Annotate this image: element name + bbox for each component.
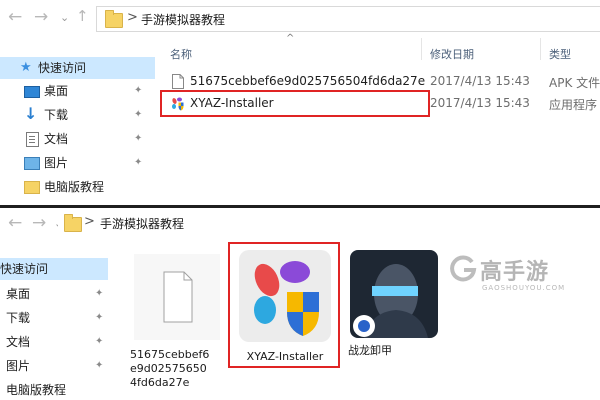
nav-item-label: 文档 [44,132,69,146]
file-row[interactable]: 51675cebbef6e9d025756504fd6da27e 2017/4/… [160,72,600,92]
nav-item-pc-tutorials[interactable]: 电脑版教程 [0,379,108,400]
nav-item-pc-tutorials[interactable]: 电脑版教程 [0,176,150,198]
nav-item-label: 下载 [44,108,69,122]
folder-icon [24,181,40,194]
top-explorer-window: ← → ⌄ ↑ > 手游模拟器教程 ★ 快速访问 桌面 ✦ ↓ 下载 ✦ 文档 … [0,0,600,205]
breadcrumb-path[interactable]: 手游模拟器教程 [141,11,225,28]
pictures-icon [24,157,40,170]
address-bar[interactable]: > 手游模拟器教程 [58,209,600,235]
breadcrumb-separator: > [127,10,138,25]
watermark-logo: 高手游 GAOSHOUYOU.COM [448,250,598,300]
game-warrior-icon [350,250,438,338]
nav-item-documents[interactable]: 文档 ✦ [0,331,108,353]
nav-item-label: 文档 [6,335,31,349]
watermark-g-icon [450,255,477,282]
back-arrow-icon[interactable]: ← [8,214,22,232]
sort-ascending-icon[interactable]: ^ [286,33,294,44]
nav-item-label: 桌面 [6,287,31,301]
pin-icon[interactable]: ✦ [95,283,103,305]
back-arrow-icon[interactable]: ← [8,8,22,26]
pin-icon[interactable]: ✦ [95,355,103,377]
highlight-box [228,242,340,368]
file-type: APK 文件 [549,76,600,90]
recent-locations-chevron-icon[interactable]: ⌄ [60,11,69,24]
file-type: 应用程序 [549,98,598,112]
address-bar[interactable]: > 手游模拟器教程 [96,6,600,32]
breadcrumb-path[interactable]: 手游模拟器教程 [100,215,184,232]
star-icon: ★ [20,60,32,75]
nav-item-desktop[interactable]: 桌面 ✦ [0,80,150,102]
nav-item-label: 电脑版教程 [44,180,105,194]
nav-item-label: 快速访问 [0,262,49,276]
column-divider[interactable] [540,38,541,60]
nav-item-documents[interactable]: 文档 ✦ [0,128,150,150]
highlight-box [160,90,430,117]
nav-item-downloads[interactable]: 下载 ✦ [0,307,108,329]
tile-label: 战龙卸甲 [348,344,392,357]
download-icon: ↓ [24,104,38,123]
pin-icon[interactable]: ✦ [134,80,142,102]
nav-item-pictures[interactable]: 图片 ✦ [0,355,108,377]
nav-item-desktop[interactable]: 桌面 ✦ [0,283,108,305]
blank-file-icon [172,74,184,89]
folder-icon [105,10,123,28]
file-date: 2017/4/13 15:43 [430,96,530,110]
pin-icon[interactable]: ✦ [134,104,142,126]
column-header-type[interactable]: 类型 [549,46,571,62]
nav-item-pictures[interactable]: 图片 ✦ [0,152,150,174]
forward-arrow-icon[interactable]: → [32,214,46,232]
nav-item-quick-access[interactable]: ★ 快速访问 [0,57,155,79]
nav-item-label: 下载 [6,311,31,325]
folder-icon [64,214,82,232]
nav-item-label: 图片 [6,359,31,373]
up-arrow-icon[interactable]: ↑ [76,7,89,25]
nav-item-downloads[interactable]: ↓ 下载 ✦ [0,104,150,126]
pin-icon[interactable]: ✦ [134,152,142,174]
file-name: 51675cebbef6e9d025756504fd6da27e [190,74,426,88]
file-date: 2017/4/13 15:43 [430,74,530,88]
tile-label: 51675cebbef6e9d025756504fd6da27e [130,348,210,389]
file-tile[interactable]: 战龙卸甲 [344,244,444,374]
nav-item-quick-access[interactable]: 快速访问 [0,258,108,280]
blank-file-icon [134,254,220,340]
column-header-name[interactable]: 名称 [170,46,192,62]
nav-item-label: 桌面 [44,84,69,98]
breadcrumb-separator: > [84,214,95,229]
bottom-explorer-window: ← → ⌄ > 手游模拟器教程 快速访问 桌面 ✦ 下载 ✦ 文档 ✦ 图片 ✦… [0,208,600,400]
watermark-subtext: GAOSHOUYOU.COM [482,284,566,292]
nav-item-label: 电脑版教程 [6,383,67,397]
nav-item-label: 快速访问 [38,61,87,75]
forward-arrow-icon[interactable]: → [34,8,48,26]
watermark-text: 高手游 [480,260,550,285]
desktop-icon [24,86,40,98]
document-icon [26,132,39,147]
column-header-date[interactable]: 修改日期 [430,46,474,62]
pin-icon[interactable]: ✦ [134,128,142,150]
pin-icon[interactable]: ✦ [95,331,103,353]
nav-item-label: 图片 [44,156,69,170]
column-divider[interactable] [421,38,422,60]
pin-icon[interactable]: ✦ [95,307,103,329]
file-tile[interactable]: 51675cebbef6e9d025756504fd6da27e [128,248,226,398]
